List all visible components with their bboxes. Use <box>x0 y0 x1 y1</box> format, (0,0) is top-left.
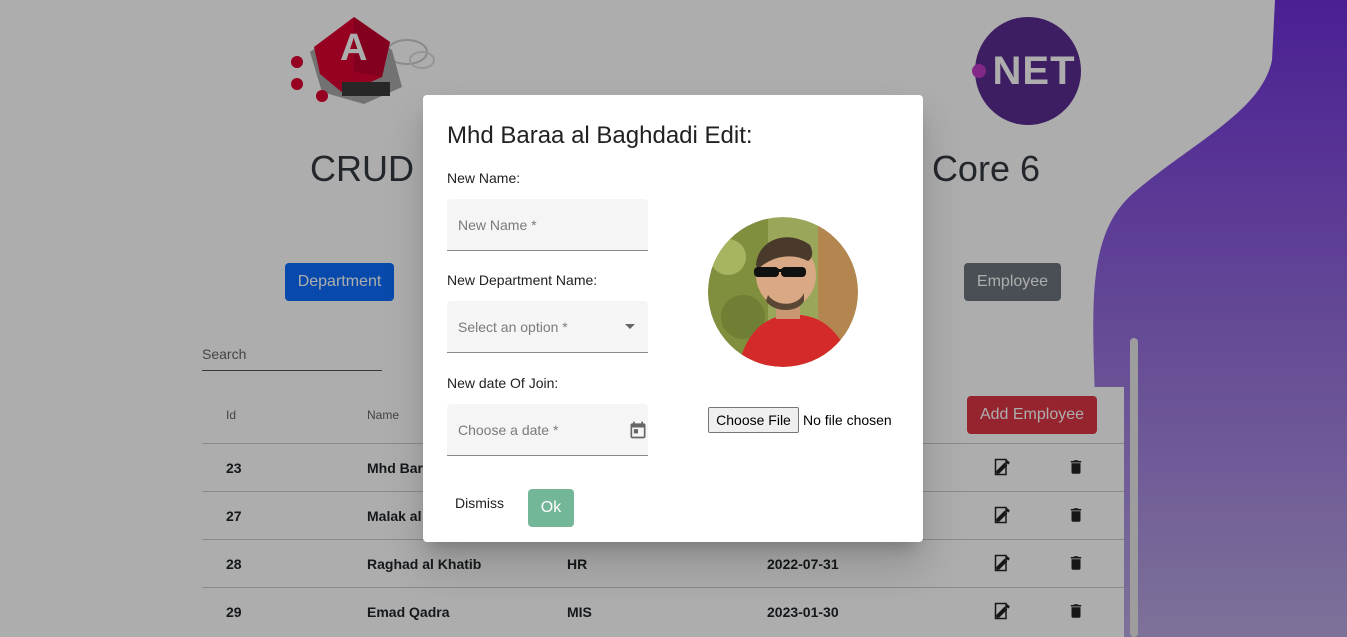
chevron-down-icon <box>625 324 635 329</box>
ok-button[interactable]: Ok <box>528 489 574 527</box>
dialog-title: Mhd Baraa al Baghdadi Edit: <box>447 122 753 149</box>
name-label: New Name: <box>447 170 521 186</box>
department-select-placeholder: Select an option * <box>458 319 568 335</box>
dismiss-button[interactable]: Dismiss <box>455 495 504 511</box>
file-status-text: No file chosen <box>803 412 892 428</box>
name-field[interactable] <box>447 199 648 251</box>
choose-file-button[interactable]: Choose File <box>708 407 799 433</box>
department-select[interactable]: Select an option * <box>447 301 648 353</box>
department-label: New Department Name: <box>447 272 598 288</box>
name-input[interactable] <box>458 199 608 250</box>
date-input[interactable] <box>458 404 608 455</box>
date-field[interactable] <box>447 404 648 456</box>
date-label: New date Of Join: <box>447 375 559 391</box>
calendar-icon[interactable] <box>628 420 648 440</box>
employee-photo <box>708 217 858 367</box>
edit-employee-dialog: Mhd Baraa al Baghdadi Edit: New Name: Ne… <box>423 95 923 542</box>
